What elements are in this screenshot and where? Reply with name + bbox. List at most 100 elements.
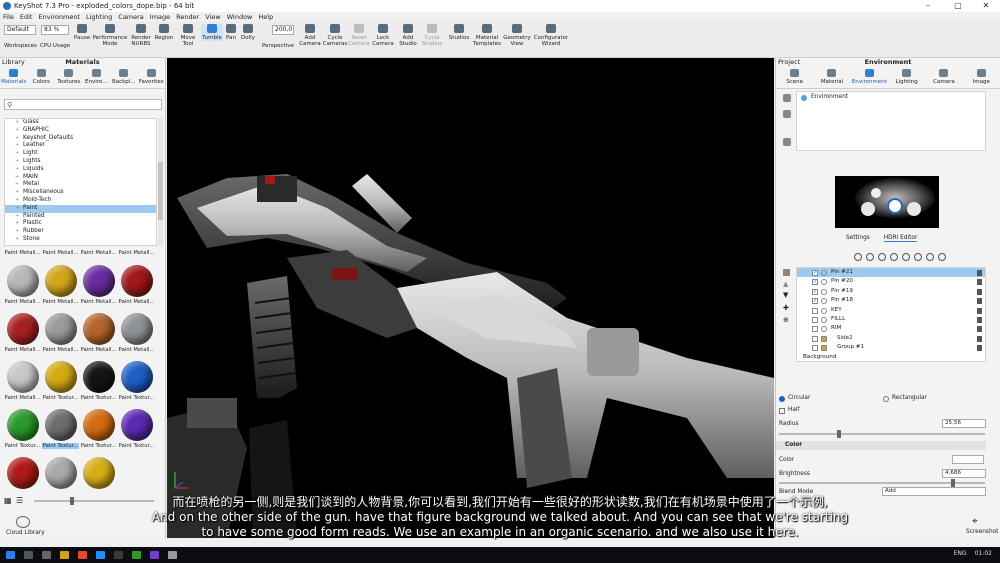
pin-row[interactable]: ✓ Pin #21 (797, 268, 985, 278)
perspective-label[interactable]: Perspective (262, 43, 294, 49)
tree-item-miscellaneous[interactable]: Miscellaneous (5, 189, 156, 197)
tree-scrollbar[interactable] (158, 118, 163, 246)
brightness-slider-knob[interactable] (951, 479, 955, 487)
hdri-pin-light[interactable] (907, 202, 921, 216)
menu-image[interactable]: Image (150, 12, 170, 22)
rectangular-radio[interactable] (883, 396, 889, 402)
focal-length-field[interactable]: 200,0 (272, 25, 294, 35)
grid-view-icon[interactable]: ▦ (4, 496, 12, 505)
tab-scene[interactable]: Scene (776, 67, 813, 88)
minimize-icon[interactable]: – (916, 0, 940, 12)
lock-icon[interactable] (977, 307, 982, 314)
radius-slider[interactable] (779, 430, 985, 438)
tree-item-plastic[interactable]: Plastic (5, 220, 156, 228)
pin-row[interactable]: KEY (797, 306, 985, 315)
tumble-button[interactable]: Tumble (201, 24, 223, 41)
taskbar-app-icon[interactable] (150, 551, 159, 559)
pin-group-row[interactable]: Group #1 (797, 343, 985, 352)
lock-icon[interactable] (977, 298, 982, 305)
tab-hdri-editor[interactable]: HDRI Editor (883, 235, 918, 242)
screenshot-label[interactable]: Screenshot (966, 529, 998, 535)
material-thumbnail[interactable]: Paint Metall... (42, 310, 79, 358)
hdri-tool-icon[interactable] (854, 253, 862, 261)
brightness-field[interactable]: 4,686 (942, 469, 986, 478)
material-thumbnail[interactable]: Paint Metall... (4, 250, 41, 262)
tab-camera[interactable]: Camera (925, 67, 962, 88)
hdri-tool-icon[interactable] (938, 253, 946, 261)
delete-pin-icon[interactable] (783, 269, 790, 276)
taskbar-app-icon[interactable] (78, 551, 87, 559)
taskbar-app-icon[interactable] (42, 551, 51, 559)
tree-item-keyshot-defaults[interactable]: Keyshot_Defaults (5, 135, 156, 143)
cycle-studios-button[interactable]: Cycle Studios (421, 24, 443, 47)
hdri-tool-icon[interactable] (926, 253, 934, 261)
studios-button[interactable]: Studios (447, 24, 471, 41)
material-thumbnail[interactable]: Paint Metall... (118, 310, 155, 358)
tab-favorites[interactable]: Favorites (138, 67, 166, 88)
cpu-usage-select[interactable]: 83 % (41, 25, 69, 35)
move-down-icon[interactable]: ▼ (783, 291, 788, 299)
tree-item-rubber[interactable]: Rubber (5, 228, 156, 236)
half-checkbox[interactable] (779, 408, 785, 414)
material-thumbnail[interactable]: Paint Textur... (80, 358, 117, 406)
pin-visibility-checkbox[interactable]: ✓ (812, 270, 818, 276)
material-thumbnail[interactable]: Paint Textur... (80, 454, 117, 490)
library-search-input[interactable]: ⚲ (4, 99, 162, 110)
hdri-tool-icon[interactable] (878, 253, 886, 261)
material-thumbnail[interactable]: Paint Textur... (4, 406, 41, 454)
add-studio-button[interactable]: Add Studio (397, 24, 419, 47)
tree-item-glass[interactable]: Glass (5, 119, 156, 127)
tree-item-leather[interactable]: Leather (5, 142, 156, 150)
configurator-wizard-button[interactable]: Configurator Wizard (533, 24, 569, 47)
performance-mode-button[interactable]: Performance Mode (92, 24, 128, 47)
pin-visibility-checkbox[interactable] (812, 345, 818, 352)
cycle-cameras-button[interactable]: Cycle Cameras (322, 24, 348, 47)
tab-lighting[interactable]: Lighting (888, 67, 925, 88)
list-view-icon[interactable]: ☰ (16, 496, 23, 505)
material-thumbnail[interactable]: Paint Metall... (80, 310, 117, 358)
pin-row[interactable]: FILLL (797, 315, 985, 324)
pan-button[interactable]: Pan (224, 24, 238, 41)
duplicate-environment-icon[interactable] (783, 110, 791, 118)
menu-window[interactable]: Window (227, 12, 253, 22)
render-viewport[interactable] (167, 58, 774, 538)
lock-icon[interactable] (977, 270, 982, 276)
material-thumbnail[interactable]: Paint Textur... (118, 406, 155, 454)
close-icon[interactable]: ✕ (974, 0, 998, 12)
geometry-view-button[interactable]: Geometry View (503, 24, 531, 47)
material-thumbnail[interactable]: Paint Metall... (4, 310, 41, 358)
material-thumbnail[interactable]: Paint Textur... (42, 454, 79, 490)
material-thumbnail[interactable]: Paint Metall... (80, 250, 117, 262)
reset-camera-button[interactable]: Reset Camera (348, 24, 370, 47)
material-thumbnail[interactable]: Paint Metall... (80, 262, 117, 310)
color-section-header[interactable]: Color (776, 441, 986, 450)
pause-button[interactable]: Pause (72, 24, 92, 41)
taskbar-app-icon[interactable] (96, 551, 105, 559)
tree-item-paint[interactable]: Paint (5, 204, 156, 213)
tree-item-stone[interactable]: Stone (5, 236, 156, 244)
add-environment-icon[interactable] (783, 94, 791, 102)
render-nurbs-button[interactable]: Render NURBS (128, 24, 154, 47)
tree-item-graphic[interactable]: GRAPHIC (5, 127, 156, 135)
tree-item-painted[interactable]: Painted (5, 213, 156, 221)
hdri-tool-icon[interactable] (914, 253, 922, 261)
material-thumbnail[interactable]: Paint Textur... (42, 406, 79, 454)
tab-textures[interactable]: Textures (55, 67, 83, 88)
material-thumbnail[interactable]: Paint Textur... (118, 358, 155, 406)
pin-visibility-checkbox[interactable] (812, 316, 818, 323)
tab-image[interactable]: Image (963, 67, 1000, 88)
lock-icon[interactable] (977, 279, 982, 286)
material-thumbnail[interactable]: Paint Textur... (4, 454, 41, 490)
environment-list-item[interactable]: Environment (797, 92, 985, 101)
move-up-icon[interactable]: ▲ (783, 280, 788, 288)
color-swatch[interactable] (952, 455, 984, 464)
lock-icon[interactable] (977, 316, 982, 323)
tree-item-liquids[interactable]: Liquids (5, 166, 156, 174)
pin-row[interactable]: ✓ Pin #19 (797, 287, 985, 296)
pin-row[interactable]: ✓ Pin #18 (797, 296, 985, 305)
lock-camera-button[interactable]: Lock Camera (372, 24, 394, 47)
tree-item-mold-tech[interactable]: Mold-Tech (5, 197, 156, 205)
material-templates-button[interactable]: Material Templates (472, 24, 502, 47)
menu-file[interactable]: File (3, 12, 14, 22)
lock-icon[interactable] (977, 335, 982, 342)
